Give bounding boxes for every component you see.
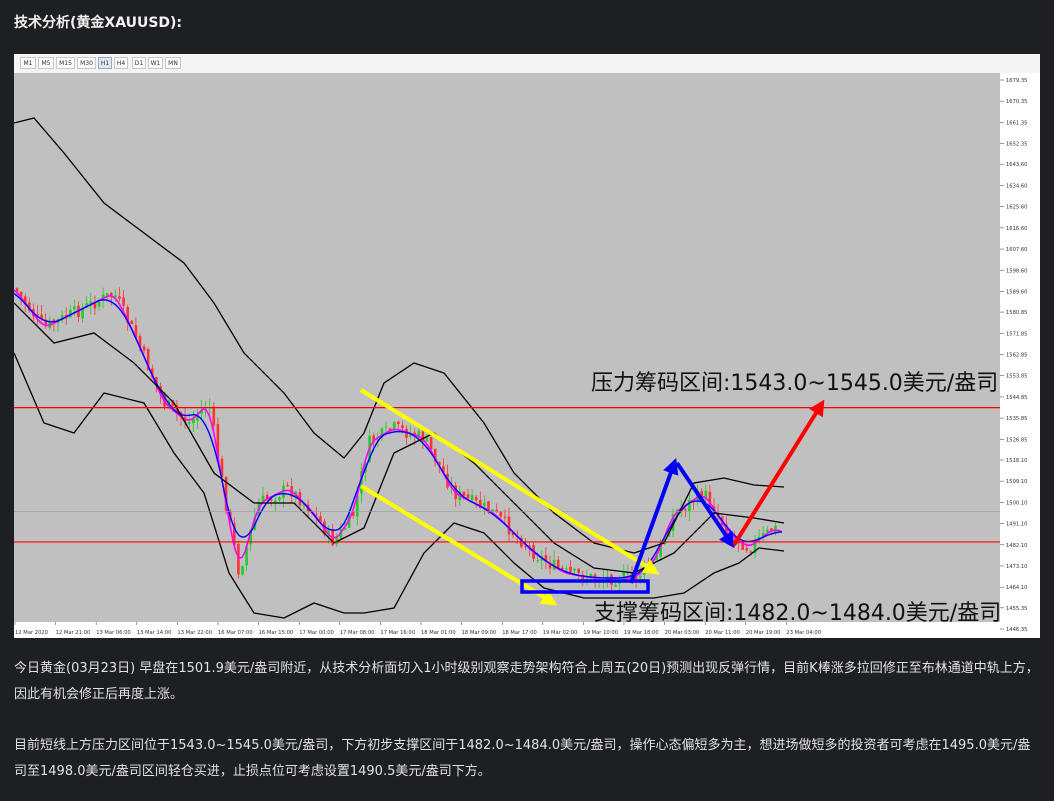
- y-tick-label: 1625.60: [1006, 205, 1027, 211]
- y-tick-label: 1553.85: [1006, 374, 1027, 380]
- x-tick-label: 20 Mar 03:00: [665, 630, 700, 636]
- timeframe-m5-button[interactable]: M5: [38, 57, 54, 69]
- y-tick-label: 1634.60: [1006, 183, 1027, 189]
- x-tick-label: 13 Mar 06:00: [96, 630, 131, 636]
- plot-background: [14, 73, 1040, 638]
- x-tick-label: 18 Mar 09:00: [462, 630, 497, 636]
- x-tick-label: 20 Mar 11:00: [705, 630, 740, 636]
- x-tick-label: 12 Mar 21:00: [56, 630, 91, 636]
- x-tick-label: 17 Mar 16:00: [380, 630, 415, 636]
- y-tick-label: 1679.35: [1006, 78, 1027, 84]
- x-tick-label: 17 Mar 00:00: [299, 630, 334, 636]
- y-tick-label: 1535.85: [1006, 416, 1027, 422]
- y-tick-label: 1509.10: [1006, 479, 1027, 485]
- y-tick-label: 1652.35: [1006, 142, 1027, 148]
- y-tick-label: 1598.60: [1006, 268, 1027, 274]
- y-tick-label: 1616.60: [1006, 226, 1027, 232]
- timeframe-mn-button[interactable]: MN: [165, 57, 181, 69]
- x-tick-label: 19 Mar 18:00: [624, 630, 659, 636]
- analysis-paragraph-1: 今日黄金(03月23日) 早盘在1501.9美元/盎司附近，从技术分析面切入1小…: [14, 661, 1039, 702]
- y-tick-label: 1446.35: [1006, 627, 1027, 633]
- y-tick-label: 1607.60: [1006, 247, 1027, 253]
- y-tick-label: 1526.85: [1006, 437, 1027, 443]
- chart-window: M1 M5 M15 M30 H1 H4 D1 W1 MN 1540.301483…: [14, 54, 1040, 638]
- y-tick-label: 1544.85: [1006, 395, 1027, 401]
- timeframe-d1-button[interactable]: D1: [132, 57, 146, 69]
- resistance-zone-label: 压力筹码区间:1543.0~1545.0美元/盎司: [591, 371, 998, 396]
- x-tick-label: 12 Mar 2020: [15, 630, 48, 636]
- y-tick-label: 1464.10: [1006, 585, 1027, 591]
- timeframe-toolbar: M1 M5 M15 M30 H1 H4 D1 W1 MN: [14, 54, 1040, 74]
- candlestick: [241, 565, 244, 577]
- x-tick-label: 19 Mar 10:00: [583, 630, 618, 636]
- x-tick-label: 16 Mar 15:00: [259, 630, 294, 636]
- support-zone-label: 支撑筹码区间:1482.0~1484.0美元/盎司: [594, 601, 1001, 626]
- x-tick-label: 18 Mar 17:00: [502, 630, 537, 636]
- y-tick-label: 1473.10: [1006, 564, 1027, 570]
- y-tick-label: 1500.10: [1006, 500, 1027, 506]
- timeframe-h4-button[interactable]: H4: [114, 57, 128, 69]
- analysis-paragraph-2: 目前短线上方压力区间位于1543.0~1545.0美元/盎司，下方初步支撑区间于…: [14, 738, 1031, 779]
- y-tick-label: 1580.85: [1006, 310, 1027, 316]
- y-tick-label: 1589.60: [1006, 289, 1027, 295]
- y-tick-label: 1482.10: [1006, 543, 1027, 549]
- x-tick-label: 13 Mar 22:00: [177, 630, 212, 636]
- x-tick-label: 20 Mar 19:00: [746, 630, 781, 636]
- y-tick-label: 1455.35: [1006, 606, 1027, 612]
- price-chart: 1540.301483.301496.23 1679.351670.351661…: [14, 73, 1040, 638]
- candlestick: [237, 540, 240, 579]
- y-tick-label: 1518.10: [1006, 458, 1027, 464]
- timeframe-m30-button[interactable]: M30: [77, 57, 96, 69]
- timeframe-m1-button[interactable]: M1: [20, 57, 36, 69]
- x-tick-label: 16 Mar 07:00: [218, 630, 253, 636]
- y-tick-label: 1571.85: [1006, 331, 1027, 337]
- y-tick-label: 1670.35: [1006, 99, 1027, 105]
- x-tick-label: 17 Mar 08:00: [340, 630, 375, 636]
- timeframe-h1-button[interactable]: H1: [98, 57, 112, 69]
- y-tick-label: 1562.85: [1006, 353, 1027, 359]
- x-tick-label: 19 Mar 02:00: [543, 630, 578, 636]
- y-tick-label: 1643.60: [1006, 162, 1027, 168]
- page-title: 技术分析(黄金XAUUSD):: [14, 15, 183, 31]
- y-tick-label: 1661.35: [1006, 120, 1027, 126]
- x-tick-label: 18 Mar 01:00: [421, 630, 456, 636]
- x-tick-label: 23 Mar 04:00: [786, 630, 821, 636]
- timeframe-w1-button[interactable]: W1: [148, 57, 163, 69]
- y-tick-label: 1491.10: [1006, 522, 1027, 528]
- x-tick-label: 13 Mar 14:00: [137, 630, 172, 636]
- timeframe-m15-button[interactable]: M15: [56, 57, 75, 69]
